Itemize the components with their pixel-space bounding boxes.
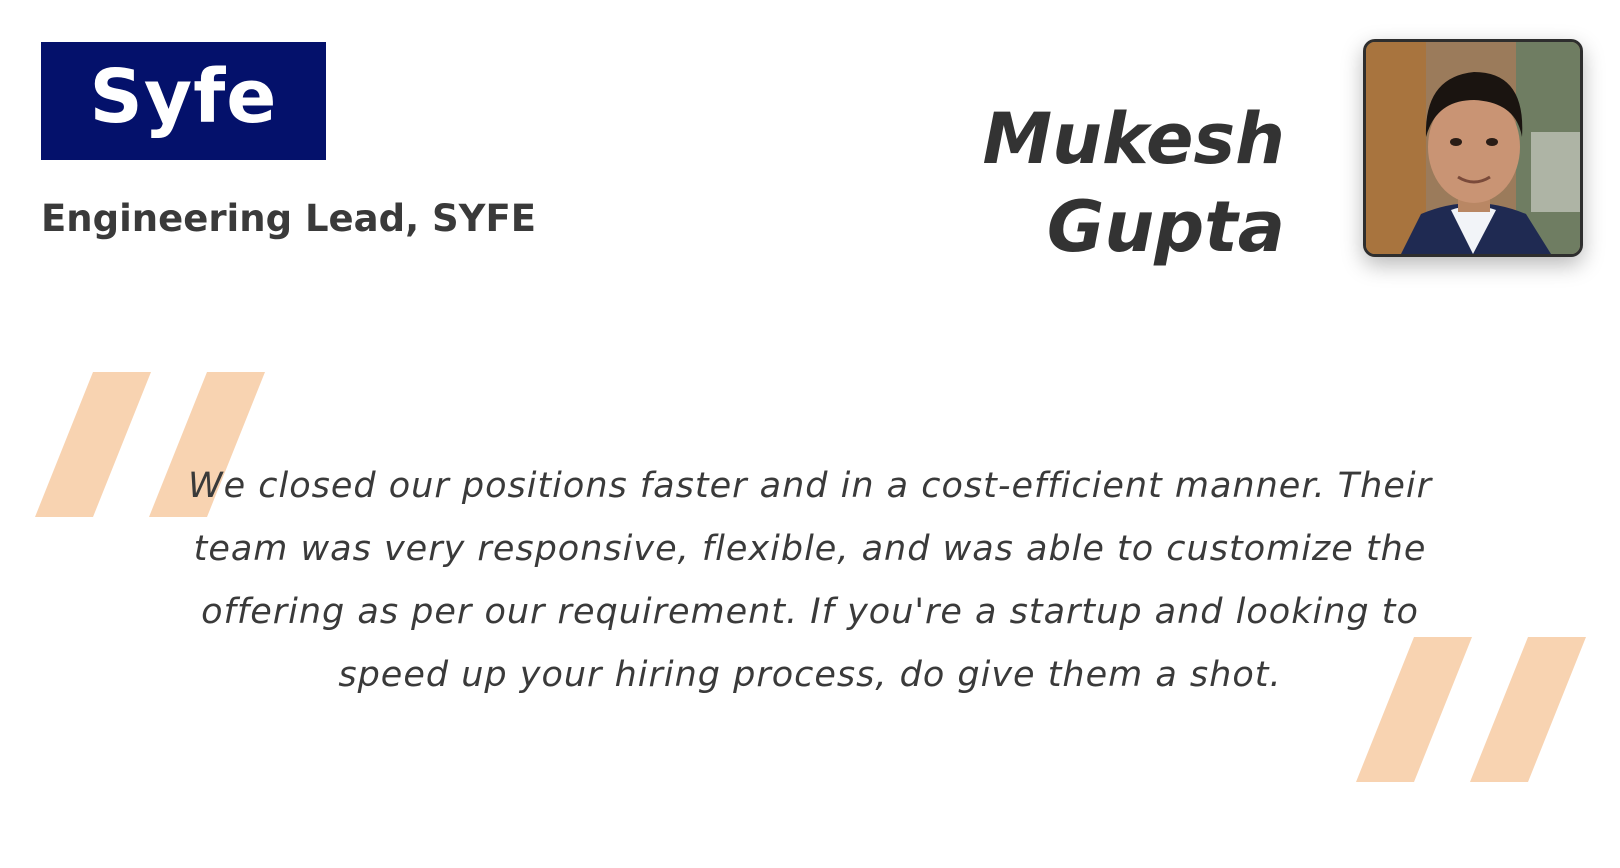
testimonial-quote: We closed our positions faster and in a … (188, 466, 1432, 695)
person-name: Mukesh Gupta (982, 95, 1285, 271)
company-logo-text: Syfe (89, 54, 278, 140)
company-logo: Syfe (41, 42, 326, 160)
person-role: Engineering Lead, SYFE (41, 197, 537, 240)
person-last-name: Gupta (1046, 186, 1285, 268)
close-quote-icon (1356, 637, 1586, 782)
avatar (1363, 39, 1583, 257)
person-first-name: Mukesh (982, 98, 1285, 180)
avatar-photo (1366, 42, 1580, 254)
